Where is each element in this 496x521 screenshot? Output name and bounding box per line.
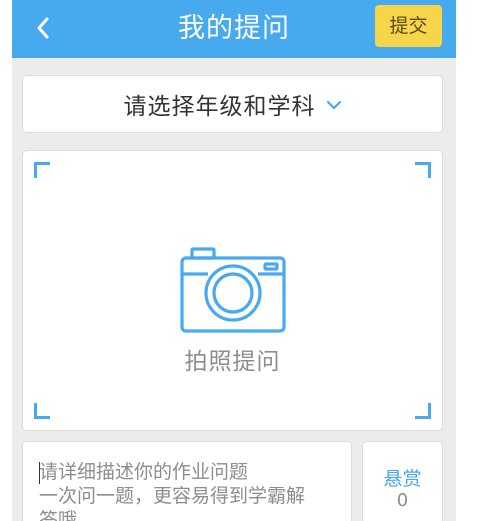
grade-subject-selector[interactable]: 请选择年级和学科	[22, 75, 443, 133]
frame-corner-bottom-right	[415, 403, 431, 419]
placeholder-line: 答哦	[39, 509, 78, 521]
camera-icon	[180, 247, 286, 333]
description-input[interactable]: 请详细描述你的作业问题 一次问一题，更容易得到学霸解 答哦	[22, 441, 352, 521]
selector-label: 请选择年级和学科	[123, 94, 316, 120]
reward-value: 0	[396, 490, 409, 511]
question-screen: 我的提问 提交 请选择年级和学科 拍照提问 请详细描述你的作业问题 一次问一题，…	[12, 0, 456, 521]
chevron-down-icon	[326, 100, 341, 110]
text-caret	[39, 462, 40, 484]
frame-corner-top-right	[415, 162, 431, 178]
photo-question-area[interactable]: 拍照提问	[22, 150, 443, 431]
placeholder-line: 请详细描述你的作业问题	[39, 461, 249, 483]
top-bar: 我的提问 提交	[12, 0, 456, 58]
frame-corner-top-left	[34, 162, 50, 178]
photo-label: 拍照提问	[184, 349, 281, 375]
placeholder-line: 一次问一题，更容易得到学霸解	[39, 485, 306, 507]
submit-button[interactable]: 提交	[375, 5, 442, 47]
frame-corner-bottom-left	[34, 403, 50, 419]
reward-label: 悬赏	[383, 468, 422, 490]
reward-selector[interactable]: 悬赏 0	[362, 441, 443, 521]
